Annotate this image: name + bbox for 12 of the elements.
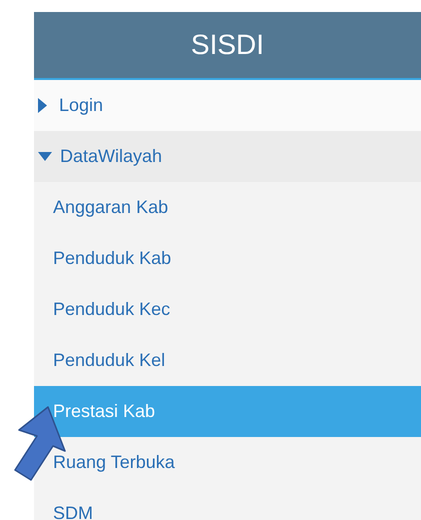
app-title: SISDI — [190, 29, 264, 61]
menu-item[interactable]: SDM — [34, 488, 421, 520]
caret-right-icon — [38, 98, 47, 113]
menu-item[interactable]: Penduduk Kec — [34, 284, 421, 335]
menu-group[interactable]: DataWilayah — [34, 131, 421, 182]
caret-down-icon — [38, 152, 52, 161]
menu-item[interactable]: Ruang Terbuka — [34, 437, 421, 488]
menu-item[interactable]: Penduduk Kel — [34, 335, 421, 386]
menu-item[interactable]: Anggaran Kab — [34, 182, 421, 233]
menu-item[interactable]: Prestasi Kab — [34, 386, 421, 437]
menu-item[interactable]: Penduduk Kab — [34, 233, 421, 284]
menu-group[interactable]: Login — [34, 80, 421, 131]
